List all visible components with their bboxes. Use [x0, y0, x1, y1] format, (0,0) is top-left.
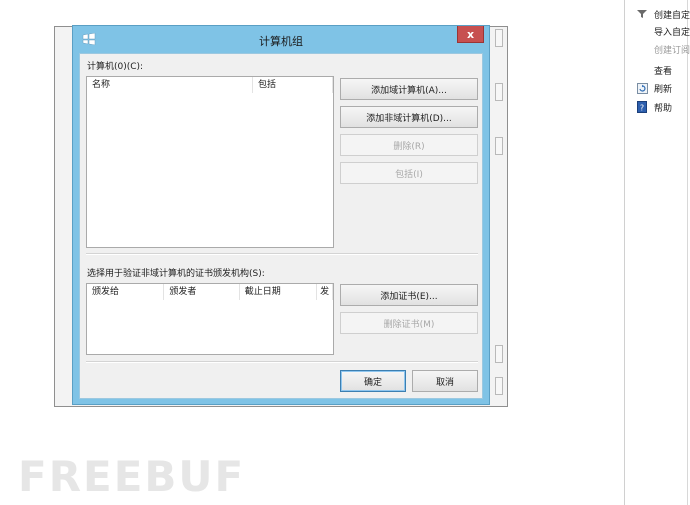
column-header-include[interactable]: 包括 [253, 77, 333, 93]
column-header-issuer[interactable]: 颁发者 [164, 284, 240, 300]
include-button[interactable]: 包括(I) [340, 162, 478, 184]
column-header-purpose[interactable]: 发 [317, 284, 333, 300]
action-label: 帮助 [654, 103, 673, 114]
computers-list-header: 名称 包括 [87, 77, 333, 93]
add-certificate-button[interactable]: 添加证书(E)... [340, 284, 478, 306]
computer-group-dialog: 计算机组 x 计算机(0)(C): 名称 包括 添加域计算机(A)... 添加非… [72, 25, 490, 405]
add-domain-computer-button[interactable]: 添加域计算机(A)... [340, 78, 478, 100]
action-create-custom-view[interactable]: 创建自定 [625, 6, 690, 22]
help-icon: ? [635, 100, 649, 114]
certificates-list[interactable]: 颁发给 颁发者 截止日期 发 [86, 283, 334, 355]
background-scroll-control [495, 377, 503, 395]
close-icon: x [466, 27, 475, 41]
background-scroll-control [495, 29, 503, 47]
column-header-expiration[interactable]: 截止日期 [239, 284, 318, 300]
certificates-list-header: 颁发给 颁发者 截止日期 发 [87, 284, 333, 300]
computers-label: 计算机(0)(C): [87, 62, 144, 72]
dialog-title: 计算机组 [259, 35, 303, 48]
dialog-client-area: 计算机(0)(C): 名称 包括 添加域计算机(A)... 添加非域计算机(D)… [79, 53, 483, 399]
background-scroll-control [495, 83, 503, 101]
column-header-name[interactable]: 名称 [87, 77, 253, 93]
action-import-custom-view[interactable]: 导入自定 [625, 23, 690, 39]
cancel-button[interactable]: 取消 [412, 370, 478, 392]
action-label: 创建自定 [654, 10, 690, 21]
action-help[interactable]: ? 帮助 [625, 99, 690, 115]
action-create-subscription[interactable]: 创建订阅 [625, 41, 690, 57]
section-divider [86, 253, 478, 255]
column-header-issued-to[interactable]: 颁发给 [87, 284, 165, 300]
close-button[interactable]: x [457, 26, 484, 43]
remove-certificate-button[interactable]: 删除证书(M) [340, 312, 478, 334]
actions-pane: 创建自定 导入自定 创建订阅 查看 刷新 ? 帮助 [624, 0, 690, 505]
ok-button[interactable]: 确定 [340, 370, 406, 392]
remove-button[interactable]: 删除(R) [340, 134, 478, 156]
action-label: 查看 [654, 66, 673, 77]
filter-icon [635, 7, 649, 21]
footer-divider [86, 361, 478, 363]
background-scroll-control [495, 137, 503, 155]
background-scroll-control [495, 345, 503, 363]
svg-text:?: ? [640, 104, 644, 113]
freebuf-watermark: FREEBUF [18, 452, 246, 501]
action-view[interactable]: 查看 [625, 62, 690, 78]
action-refresh[interactable]: 刷新 [625, 80, 690, 96]
dialog-titlebar[interactable]: 计算机组 x [73, 26, 489, 53]
ca-label: 选择用于验证非域计算机的证书颁发机构(S): [87, 269, 265, 279]
action-label: 导入自定 [654, 27, 690, 38]
computers-list[interactable]: 名称 包括 [86, 76, 334, 248]
add-nondomain-computer-button[interactable]: 添加非域计算机(D)... [340, 106, 478, 128]
action-label: 创建订阅 [654, 45, 690, 56]
refresh-icon [635, 81, 649, 95]
action-label: 刷新 [654, 84, 673, 95]
